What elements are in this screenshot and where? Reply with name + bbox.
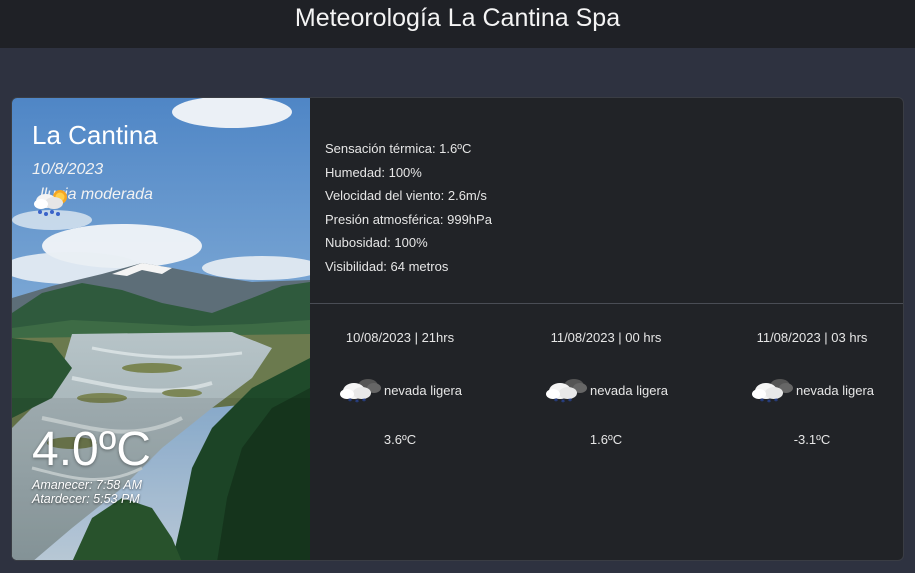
forecast-item: 11/08/2023 | 00 hrs * * * nevada ligera … [511, 330, 701, 447]
svg-text:*: * [355, 398, 359, 406]
svg-text:*: * [362, 397, 366, 406]
rain-snow-sun-icon [34, 190, 67, 216]
weather-card: La Cantina 10/8/2023 lluvia moderada 4.0… [11, 97, 904, 561]
app-header: Meteorología La Cantina Spa [0, 0, 915, 48]
forecast-temperature: 1.6ºC [589, 432, 623, 447]
snow-cloud-icon: * * * [545, 379, 587, 406]
snow-cloud-icon: * * * [751, 379, 793, 406]
forecast-item: 10/08/2023 | 21hrs * * * nevada ligera 3… [305, 330, 495, 447]
weather-details: Sensación térmica: 1.6ºC Humedad: 100% V… [325, 137, 492, 279]
sun-times: Amanecer: 7:58 AM Atardecer: 5:53 PM [32, 478, 142, 506]
svg-text:*: * [568, 397, 572, 406]
forecast-time: 10/08/2023 | 21hrs [345, 330, 455, 345]
forecast-temperature: -3.1ºC [793, 432, 831, 447]
divider [310, 303, 903, 304]
forecast-condition: nevada ligera [589, 382, 669, 398]
humidity: Humedad: 100% [325, 164, 422, 180]
forecast-condition: nevada ligera [383, 382, 463, 398]
svg-text:*: * [767, 398, 771, 406]
visibility: Visibilidad: 64 metros [325, 258, 449, 274]
wind-speed: Velocidad del viento: 2.6m/s [325, 188, 487, 204]
snow-cloud-icon: * * * [339, 379, 381, 406]
forecast-time: 11/08/2023 | 03 hrs [756, 330, 868, 345]
forecast-time: 11/08/2023 | 00 hrs [550, 330, 662, 345]
forecast-condition: nevada ligera [795, 382, 875, 398]
sunset-time: Atardecer: 5:53 PM [32, 492, 140, 506]
svg-text:*: * [554, 397, 558, 406]
page-title: Meteorología La Cantina Spa [294, 3, 621, 32]
pressure: Presión atmosférica: 999hPa [325, 211, 492, 227]
location-photo: La Cantina 10/8/2023 lluvia moderada 4.0… [12, 98, 310, 560]
svg-text:*: * [348, 397, 352, 406]
svg-text:*: * [760, 397, 764, 406]
sunrise-time: Amanecer: 7:58 AM [32, 478, 143, 492]
svg-text:*: * [774, 397, 778, 406]
current-condition: lluvia moderada [32, 186, 153, 216]
forecast-temperature: 3.6ºC [383, 432, 417, 447]
cloudiness: Nubosidad: 100% [325, 235, 428, 251]
feels-like: Sensación térmica: 1.6ºC [325, 141, 472, 156]
svg-text:*: * [561, 398, 565, 406]
forecast-item: 11/08/2023 | 03 hrs * * * nevada ligera … [717, 330, 903, 447]
current-date: 10/8/2023 [32, 161, 104, 178]
current-temperature: 4.0ºC [32, 423, 151, 476]
city-name: La Cantina [32, 120, 158, 150]
